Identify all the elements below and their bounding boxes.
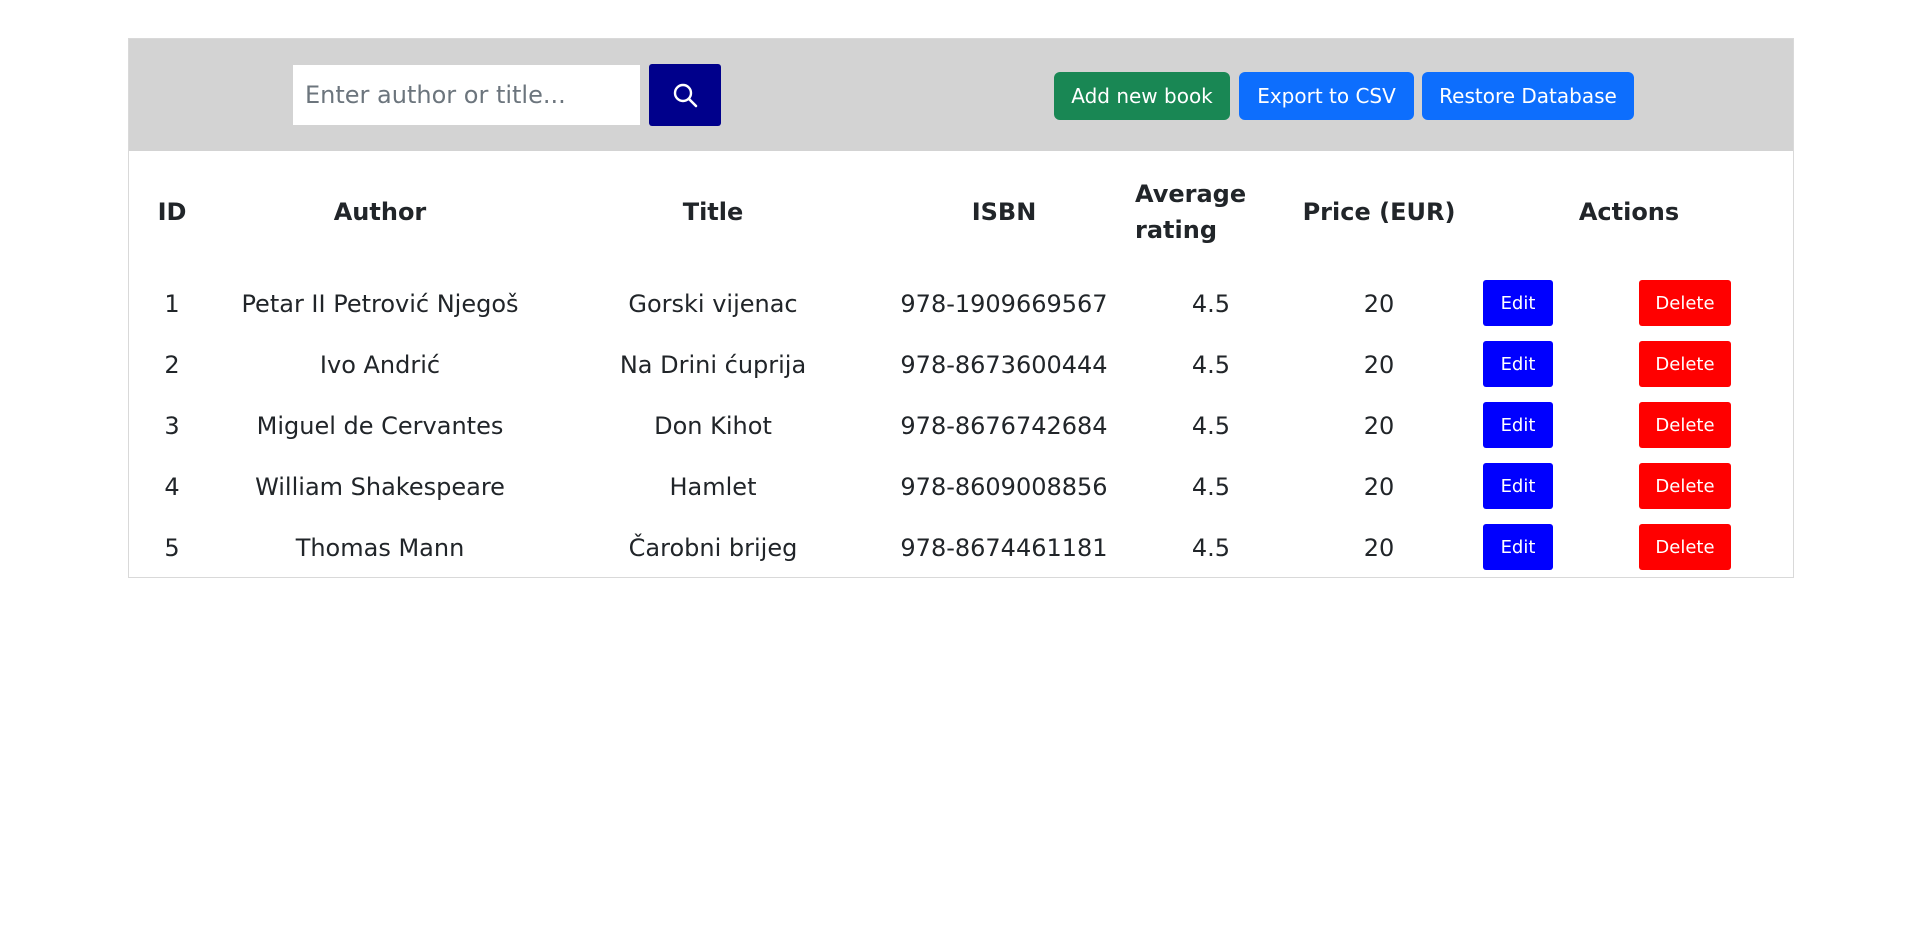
header-id: ID: [157, 198, 187, 226]
delete-button[interactable]: Delete: [1639, 402, 1731, 448]
table-row: 5 Thomas Mann Čarobni brijeg 978-8674461…: [129, 517, 1795, 578]
cell-actions: Edit Delete: [1463, 334, 1795, 395]
cell-id: 5: [164, 533, 180, 562]
cell-author: William Shakespeare: [255, 472, 505, 501]
delete-button[interactable]: Delete: [1639, 280, 1731, 326]
cell-author: Petar II Petrović Njegoš: [241, 289, 519, 318]
cell-title: Hamlet: [669, 472, 757, 501]
edit-button[interactable]: Edit: [1483, 341, 1553, 387]
cell-title: Don Kihot: [654, 411, 772, 440]
header-title: Title: [682, 198, 744, 226]
cell-author: Ivo Andrić: [319, 350, 441, 379]
cell-id: 1: [164, 289, 180, 318]
cell-author: Thomas Mann: [295, 533, 465, 562]
magnifier-icon: [672, 82, 698, 108]
books-panel: Add new book Export to CSV Restore Datab…: [128, 38, 1794, 578]
cell-title: Čarobni brijeg: [628, 533, 798, 562]
export-csv-button[interactable]: Export to CSV: [1239, 72, 1414, 120]
cell-id: 3: [164, 411, 180, 440]
table-row: 2 Ivo Andrić Na Drini ćuprija 978-867360…: [129, 334, 1795, 395]
edit-button[interactable]: Edit: [1483, 402, 1553, 448]
cell-id: 4: [164, 472, 180, 501]
cell-price: 20: [1363, 472, 1395, 501]
cell-isbn: 978-8609008856: [900, 472, 1108, 501]
delete-button[interactable]: Delete: [1639, 524, 1731, 570]
edit-button[interactable]: Edit: [1483, 524, 1553, 570]
cell-price: 20: [1363, 533, 1395, 562]
table-row: 1 Petar II Petrović Njegoš Gorski vijena…: [129, 273, 1795, 334]
cell-actions: Edit Delete: [1463, 517, 1795, 578]
cell-title: Gorski vijenac: [628, 289, 798, 318]
cell-price: 20: [1363, 350, 1395, 379]
search-input[interactable]: [293, 65, 640, 125]
cell-actions: Edit Delete: [1463, 395, 1795, 456]
search-button[interactable]: [649, 64, 721, 126]
cell-id: 2: [164, 350, 180, 379]
header-actions: Actions: [1578, 198, 1680, 226]
cell-title: Na Drini ćuprija: [619, 350, 807, 379]
cell-price: 20: [1363, 411, 1395, 440]
toolbar: Add new book Export to CSV Restore Datab…: [129, 39, 1793, 151]
header-price: Price (EUR): [1302, 198, 1456, 226]
header-isbn: ISBN: [971, 198, 1037, 226]
table-header-row: ID Author Title ISBN Average rating Pric…: [129, 151, 1795, 273]
header-average-rating: Average rating: [1135, 180, 1247, 244]
cell-rating: 4.5: [1191, 350, 1231, 379]
restore-database-button[interactable]: Restore Database: [1422, 72, 1634, 120]
cell-rating: 4.5: [1191, 289, 1231, 318]
cell-price: 20: [1363, 289, 1395, 318]
cell-isbn: 978-8674461181: [900, 533, 1108, 562]
delete-button[interactable]: Delete: [1639, 341, 1731, 387]
edit-button[interactable]: Edit: [1483, 280, 1553, 326]
cell-author: Miguel de Cervantes: [256, 411, 504, 440]
header-author: Author: [333, 198, 427, 226]
cell-isbn: 978-8673600444: [900, 350, 1108, 379]
cell-isbn: 978-8676742684: [900, 411, 1108, 440]
books-table: ID Author Title ISBN Average rating Pric…: [129, 151, 1795, 578]
cell-rating: 4.5: [1191, 533, 1231, 562]
cell-isbn: 978-1909669567: [900, 289, 1108, 318]
cell-actions: Edit Delete: [1463, 273, 1795, 334]
cell-actions: Edit Delete: [1463, 456, 1795, 517]
table-row: 4 William Shakespeare Hamlet 978-8609008…: [129, 456, 1795, 517]
add-new-book-button[interactable]: Add new book: [1054, 72, 1230, 120]
cell-rating: 4.5: [1191, 411, 1231, 440]
edit-button[interactable]: Edit: [1483, 463, 1553, 509]
table-row: 3 Miguel de Cervantes Don Kihot 978-8676…: [129, 395, 1795, 456]
delete-button[interactable]: Delete: [1639, 463, 1731, 509]
cell-rating: 4.5: [1191, 472, 1231, 501]
